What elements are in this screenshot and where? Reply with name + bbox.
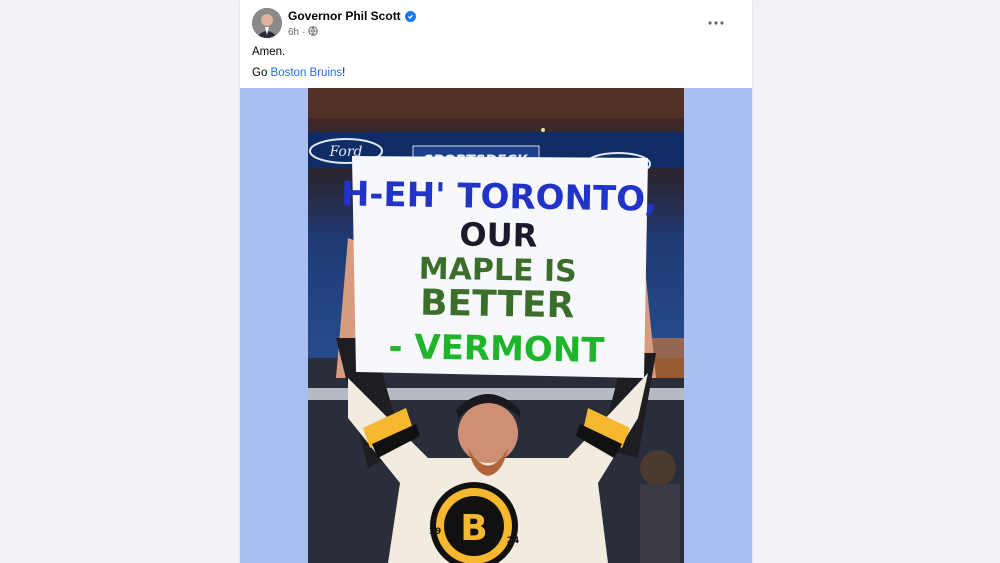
post-photo[interactable]: Ford SPORTSDECK [308,88,684,563]
post-time[interactable]: 6h [288,27,299,38]
author-name[interactable]: Governor Phil Scott [288,9,401,23]
post-text-prefix: Go [252,67,271,79]
logo-num-left: 19 [429,527,442,537]
author-name-row: Governor Phil Scott [288,9,416,23]
verified-icon [404,10,416,22]
sign-line-1: H-EH' TORONTO, [341,174,658,220]
post-header: Governor Phil Scott 6h · [252,8,740,40]
sign-line-4: BETTER [420,283,575,327]
post-media[interactable]: Ford SPORTSDECK [240,88,752,563]
sign-line-5: - VERMONT [388,327,606,371]
post-text-line-1: Amen. [252,46,286,58]
post-card: Governor Phil Scott 6h · Amen. Go Boston… [240,0,752,563]
globe-icon [308,26,319,39]
hashtag-link-boston-bruins[interactable]: Boston Bruins [271,67,343,79]
avatar[interactable] [252,8,282,38]
logo-letter: B [460,508,487,549]
post-meta: 6h · [288,26,319,39]
post-text-suffix: ! [342,67,346,79]
photo-illustration: Ford SPORTSDECK [308,88,684,563]
avatar-image [252,8,282,38]
meta-separator: · [302,27,306,38]
logo-num-right: 24 [507,536,520,546]
post-text: Amen. Go Boston Bruins! [252,45,345,87]
more-options-icon[interactable] [704,14,728,32]
sign-line-2: OUR [459,215,537,254]
post-text-line-2: Go Boston Bruins! [252,66,345,80]
